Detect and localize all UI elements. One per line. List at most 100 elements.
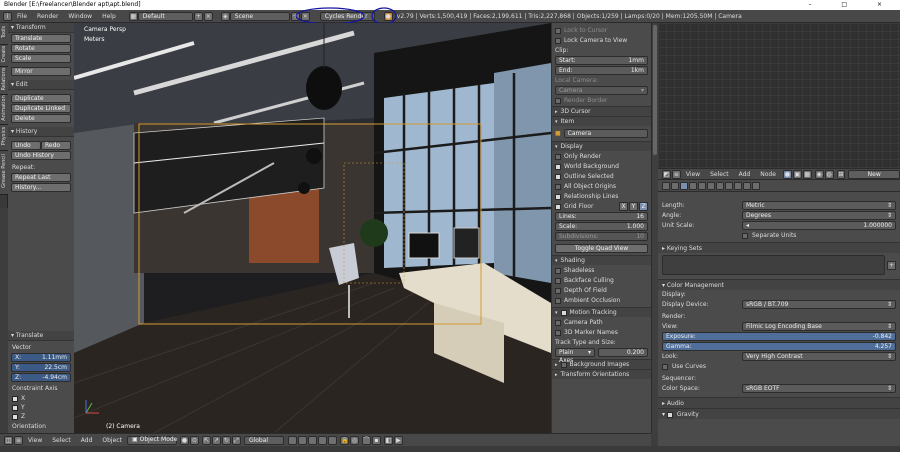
add-keying-set-icon[interactable]: +: [887, 260, 896, 270]
proportional-edit-icon[interactable]: ◎: [349, 435, 359, 445]
redo-button[interactable]: Redo: [41, 141, 71, 150]
vector-z-field[interactable]: Z: -4.94cm: [11, 373, 71, 382]
track-size-field[interactable]: 0.200: [598, 348, 648, 357]
all-object-origins-checkbox[interactable]: [555, 183, 561, 190]
camera-path-checkbox[interactable]: [555, 319, 561, 326]
tab-grease-pencil[interactable]: Grease Pencil: [0, 151, 8, 195]
grid-lines-field[interactable]: Lines: 16: [555, 212, 648, 221]
color-space-dropdown[interactable]: sRGB EOTF ⇕: [742, 384, 896, 393]
rotate-button[interactable]: Rotate: [11, 44, 71, 53]
item-panel-header[interactable]: ▾ Item: [552, 116, 651, 126]
grid-scale-field[interactable]: Scale: 1.000: [555, 222, 648, 231]
relationship-lines-row[interactable]: Relationship Lines: [555, 192, 648, 201]
window-controls[interactable]: – □ ×: [808, 0, 896, 10]
add-layout-icon[interactable]: +: [193, 11, 203, 21]
particles-tab-icon[interactable]: [743, 181, 751, 190]
world-background-checkbox[interactable]: [555, 163, 561, 170]
grid-y-toggle[interactable]: Y: [629, 202, 638, 211]
data-tab-icon[interactable]: [716, 181, 724, 190]
audio-header[interactable]: ▸ Audio: [658, 397, 900, 408]
render-tab-icon[interactable]: [662, 181, 670, 190]
material-tab-icon[interactable]: [725, 181, 733, 190]
physics-tab-icon[interactable]: [752, 181, 760, 190]
layout-dropdown[interactable]: Default: [137, 11, 193, 21]
render-layers-tab-icon[interactable]: [671, 181, 679, 190]
shading-panel-header[interactable]: ▾ Shading: [552, 255, 651, 265]
grid-floor-row[interactable]: Grid Floor X Y Z: [555, 202, 648, 211]
vector-x-field[interactable]: X: 1.11mm: [11, 353, 71, 362]
scene-dropdown[interactable]: Scene: [229, 11, 290, 21]
length-dropdown[interactable]: Metric ⇕: [742, 201, 896, 210]
toggle-quad-view-button[interactable]: Toggle Quad View: [555, 244, 648, 253]
layer-button[interactable]: [287, 435, 297, 445]
add-scene-icon[interactable]: +: [290, 11, 300, 21]
clip-end-field[interactable]: End: 1km: [555, 66, 648, 75]
checkbox-box[interactable]: [12, 395, 18, 402]
tab-create[interactable]: Create: [0, 45, 8, 67]
mirror-button[interactable]: Mirror: [11, 67, 71, 76]
grid-x-toggle[interactable]: X: [619, 202, 628, 211]
info-editor-icon[interactable]: i: [3, 11, 12, 21]
menu-file[interactable]: File: [12, 13, 32, 20]
node-menu-add[interactable]: Add: [734, 171, 756, 178]
operator-panel-header[interactable]: ▾ Translate: [8, 331, 74, 341]
duplicate-button[interactable]: Duplicate: [11, 94, 71, 103]
all-object-origins-row[interactable]: All Object Origins: [555, 182, 648, 191]
layer-button[interactable]: [317, 435, 327, 445]
layer-button[interactable]: [307, 435, 317, 445]
shader-tree-icon[interactable]: ●: [782, 169, 792, 179]
maximize-button[interactable]: □: [841, 1, 861, 8]
outline-selected-checkbox[interactable]: [555, 173, 561, 180]
menu-window[interactable]: Window: [63, 13, 97, 20]
vector-y-field[interactable]: Y: 22.5cm: [11, 363, 71, 372]
manipulator-icon[interactable]: ⇱: [201, 435, 211, 445]
cursor-panel-header[interactable]: ▸ 3D Cursor: [552, 106, 651, 116]
clip-start-field[interactable]: Start: 1mm: [555, 56, 648, 65]
render-border-checkbox[interactable]: [555, 97, 561, 104]
shading-icon[interactable]: ●: [179, 435, 189, 445]
orientation-dropdown[interactable]: Global: [243, 435, 284, 445]
angle-dropdown[interactable]: Degrees ⇕: [742, 211, 896, 220]
minimize-button[interactable]: –: [808, 1, 825, 8]
mode-dropdown[interactable]: ▣ Object Mode: [126, 435, 177, 445]
render-border-row[interactable]: Render Border: [555, 96, 648, 105]
unit-scale-field[interactable]: ◂ 1.000000: [742, 221, 896, 230]
keying-sets-header[interactable]: ▸ Keying Sets: [658, 242, 900, 253]
remove-layout-icon[interactable]: ×: [203, 11, 213, 21]
menu-help[interactable]: Help: [97, 13, 121, 20]
menu-select[interactable]: Select: [47, 437, 76, 444]
node-menu-node[interactable]: Node: [755, 171, 781, 178]
local-camera-field[interactable]: Camera ▾: [555, 86, 648, 95]
compositing-tree-icon[interactable]: ▣: [792, 169, 802, 179]
sidebar-scrollbar[interactable]: [651, 23, 658, 433]
use-curves-checkbox[interactable]: [662, 363, 668, 370]
subdivisions-field[interactable]: Subdivisions: 10: [555, 232, 648, 241]
tab-physics[interactable]: Physics: [0, 125, 8, 151]
menu-toggle-icon[interactable]: ≡: [14, 435, 23, 445]
edit-panel-header[interactable]: ▾ Edit: [8, 80, 74, 90]
tab-animation[interactable]: Animation: [0, 95, 8, 125]
use-curves-row[interactable]: Use Curves: [662, 362, 896, 371]
lock-camera-row[interactable]: Lock Camera to View: [555, 36, 648, 45]
pivot-icon[interactable]: ⊙: [189, 435, 199, 445]
snap-icon[interactable]: ⌒: [361, 435, 371, 445]
undo-history-button[interactable]: Undo History: [11, 151, 71, 160]
view-transform-dropdown[interactable]: Filmic Log Encoding Base ⇕: [742, 322, 896, 331]
new-material-button[interactable]: New: [848, 169, 900, 179]
ambient-occlusion-row[interactable]: Ambient Occlusion: [555, 296, 648, 305]
look-dropdown[interactable]: Very High Contrast ⇕: [742, 352, 896, 361]
lock-to-cursor-checkbox[interactable]: [555, 27, 561, 34]
grid-z-toggle[interactable]: Z: [639, 202, 648, 211]
node-editor-icon[interactable]: ◩: [662, 169, 671, 179]
view3d-editor-icon[interactable]: ◫: [4, 435, 13, 445]
grid-floor-checkbox[interactable]: [555, 203, 561, 210]
close-button[interactable]: ×: [877, 1, 896, 8]
repeat-last-button[interactable]: Repeat Last: [11, 173, 71, 182]
menu-view[interactable]: View: [23, 437, 47, 444]
constraints-tab-icon[interactable]: [707, 181, 715, 190]
gravity-checkbox[interactable]: [666, 411, 673, 418]
history-button[interactable]: History...: [11, 183, 71, 192]
marker-names-checkbox[interactable]: [555, 329, 561, 336]
shadeless-row[interactable]: Shadeless: [555, 266, 648, 275]
3d-viewport[interactable]: Camera Persp Meters (2) Camera: [74, 23, 551, 433]
